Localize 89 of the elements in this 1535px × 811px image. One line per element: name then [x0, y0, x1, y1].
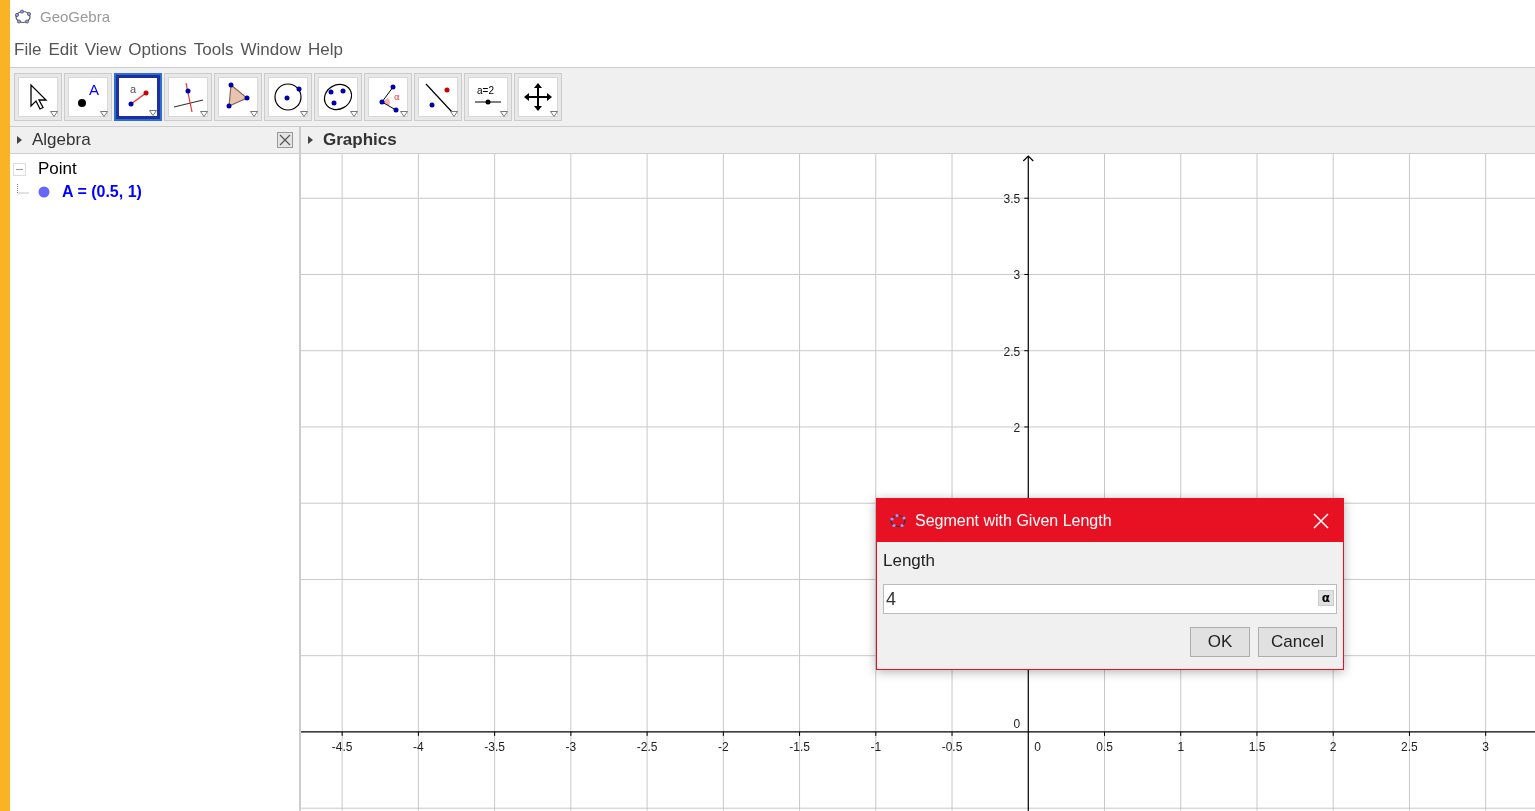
close-icon[interactable] — [277, 132, 293, 148]
tick-mark — [722, 731, 724, 737]
dropdown-triangle-icon — [100, 111, 108, 117]
dropdown-triangle-icon — [300, 111, 308, 117]
app-logo-icon — [14, 8, 32, 25]
menu-item[interactable]: Edit — [48, 40, 78, 60]
polygon-tool-icon — [218, 77, 258, 117]
ok-button[interactable]: OK — [1190, 627, 1251, 657]
point-definition[interactable]: A = (0.5, 1) — [62, 183, 142, 201]
tool-button[interactable] — [414, 73, 462, 121]
tool-button[interactable] — [14, 73, 62, 121]
tool-button[interactable] — [214, 73, 262, 121]
dialog-title: Segment with Given Length — [915, 511, 1112, 530]
tool-button[interactable] — [264, 73, 312, 121]
field-label: Length — [883, 551, 936, 571]
tick-mark — [951, 731, 953, 737]
tick-mark — [1023, 273, 1029, 275]
origin-label: 0 — [1034, 739, 1041, 754]
collapse-arrow-icon[interactable] — [307, 135, 314, 145]
menu-item[interactable]: View — [84, 40, 122, 60]
axis-label: -3.5 — [484, 739, 505, 754]
tick-mark — [1023, 426, 1029, 428]
axis-label: -1.5 — [789, 739, 810, 754]
tick-mark — [494, 731, 496, 737]
tick-mark — [1408, 731, 1410, 737]
app-logo-icon — [889, 512, 907, 529]
menu-item[interactable]: Tools — [193, 40, 234, 60]
axis-label: -1 — [870, 739, 882, 754]
axis-label: 1 — [1177, 739, 1185, 754]
axis-label: -2 — [718, 739, 729, 754]
reflect-tool-icon — [418, 77, 458, 117]
axis-label: 3 — [1013, 268, 1021, 283]
tool-button[interactable] — [514, 73, 562, 121]
point-dot-icon[interactable] — [38, 186, 50, 198]
axis-label: -3 — [565, 739, 577, 754]
axis-label: -4 — [413, 739, 424, 754]
axis-label: 2.5 — [1003, 344, 1021, 359]
tick-mark — [417, 731, 419, 737]
collapse-toggle-icon[interactable] — [13, 162, 26, 176]
axis-label: 2 — [1329, 739, 1337, 754]
panel-title: Algebra — [32, 130, 91, 150]
category-label: Point — [38, 159, 77, 179]
tick-mark — [1023, 197, 1029, 199]
axis-label: 0 — [1013, 716, 1021, 731]
axis-label: -0.5 — [941, 739, 963, 754]
tool-button[interactable]: a — [114, 73, 162, 121]
tick-mark — [1485, 731, 1487, 737]
dropdown-triangle-icon — [400, 111, 408, 117]
tool-button[interactable] — [314, 73, 362, 121]
tick-mark — [1023, 350, 1029, 352]
tick-mark — [1104, 731, 1105, 737]
tick-mark — [1332, 731, 1334, 737]
window-title: GeoGebra — [40, 8, 111, 25]
menu-item[interactable]: Options — [128, 40, 187, 60]
conic-tool-icon — [318, 77, 358, 117]
tick-mark — [646, 731, 648, 737]
tick-mark — [799, 731, 801, 737]
axis-label: 3 — [1482, 739, 1490, 754]
tick-mark — [1256, 731, 1258, 737]
axis-label: 2.5 — [1401, 739, 1418, 754]
dropdown-triangle-icon — [149, 110, 157, 116]
cancel-button[interactable]: Cancel — [1258, 627, 1337, 657]
panel-title: Graphics — [323, 130, 397, 150]
tick-mark — [570, 731, 572, 737]
tick-mark — [341, 731, 343, 737]
tree-connector-icon — [16, 184, 29, 194]
tick-mark — [875, 731, 877, 737]
dropdown-triangle-icon — [350, 111, 358, 117]
menu-item[interactable]: Window — [240, 40, 301, 60]
dropdown-triangle-icon — [450, 111, 458, 117]
menu-item[interactable]: Help — [308, 40, 343, 60]
menu-item[interactable]: File — [14, 40, 42, 60]
axis-label: -2.5 — [636, 739, 658, 754]
tick-mark — [1180, 731, 1182, 737]
circle-tool-icon — [268, 77, 308, 117]
axis-label: 3.5 — [1003, 192, 1021, 207]
dropdown-triangle-icon — [500, 111, 508, 117]
axis-label: 2 — [1013, 420, 1021, 435]
perpendicular-tool-icon — [168, 77, 208, 117]
axis-label: 1.5 — [1248, 739, 1266, 754]
dropdown-triangle-icon — [50, 111, 58, 117]
dropdown-triangle-icon — [550, 111, 558, 117]
axis-label: -4.5 — [331, 739, 353, 754]
axis-label: 0.5 — [1096, 739, 1113, 754]
move-tool-icon — [18, 77, 58, 117]
pan-tool-icon — [518, 77, 558, 117]
dropdown-triangle-icon — [200, 111, 208, 117]
dropdown-triangle-icon — [250, 111, 258, 117]
collapse-arrow-icon[interactable] — [16, 135, 23, 145]
